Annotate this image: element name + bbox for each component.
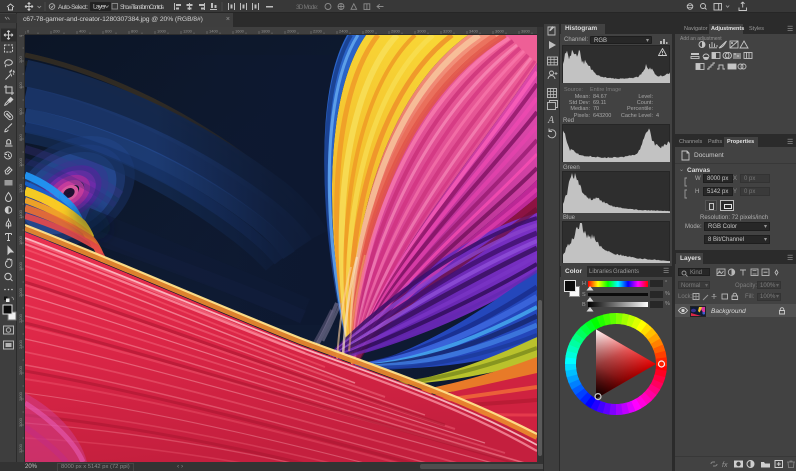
- svg-text:2600: 2600: [365, 29, 375, 34]
- svg-text:3D Mode:: 3D Mode:: [296, 4, 318, 11]
- svg-text:1400: 1400: [209, 29, 219, 34]
- svg-text:200: 200: [18, 56, 23, 63]
- svg-text:800: 800: [131, 29, 138, 34]
- svg-text:600: 600: [105, 29, 112, 34]
- svg-text:3000: 3000: [417, 29, 427, 34]
- svg-text:1000: 1000: [18, 157, 23, 167]
- svg-text:0: 0: [18, 35, 23, 37]
- svg-text:Show Transform Controls: Show Transform Controls: [120, 4, 165, 11]
- svg-text:1800: 1800: [18, 261, 23, 271]
- svg-text:2400: 2400: [18, 339, 23, 349]
- svg-text:fx: fx: [722, 462, 728, 469]
- svg-text:3200: 3200: [18, 443, 23, 453]
- svg-text:3200: 3200: [443, 29, 453, 34]
- svg-text:2800: 2800: [18, 391, 23, 401]
- svg-text:A: A: [547, 115, 555, 126]
- svg-text:800: 800: [18, 134, 23, 141]
- svg-text:0: 0: [27, 29, 30, 34]
- svg-text:3800: 3800: [521, 29, 531, 34]
- svg-text:2000: 2000: [18, 287, 23, 297]
- svg-text:1000: 1000: [157, 29, 167, 34]
- svg-text:400: 400: [79, 29, 86, 34]
- svg-text:2600: 2600: [18, 365, 23, 375]
- svg-text:2200: 2200: [313, 29, 323, 34]
- svg-text:1800: 1800: [261, 29, 271, 34]
- svg-text:2000: 2000: [287, 29, 297, 34]
- svg-text:1600: 1600: [235, 29, 245, 34]
- svg-text:3600: 3600: [495, 29, 505, 34]
- svg-text:3000: 3000: [18, 417, 23, 427]
- svg-text:2200: 2200: [18, 313, 23, 323]
- svg-text:1400: 1400: [18, 209, 23, 219]
- svg-text:1600: 1600: [18, 235, 23, 245]
- svg-text:3400: 3400: [469, 29, 479, 34]
- svg-text:400: 400: [18, 82, 23, 89]
- svg-text:Layer: Layer: [93, 4, 107, 11]
- svg-text:200: 200: [53, 29, 60, 34]
- svg-text:2800: 2800: [391, 29, 401, 34]
- svg-text:1200: 1200: [183, 29, 193, 34]
- svg-text:600: 600: [18, 108, 23, 115]
- svg-text:2400: 2400: [339, 29, 349, 34]
- svg-text:1200: 1200: [18, 183, 23, 193]
- svg-text:Auto-Select:: Auto-Select:: [58, 4, 88, 11]
